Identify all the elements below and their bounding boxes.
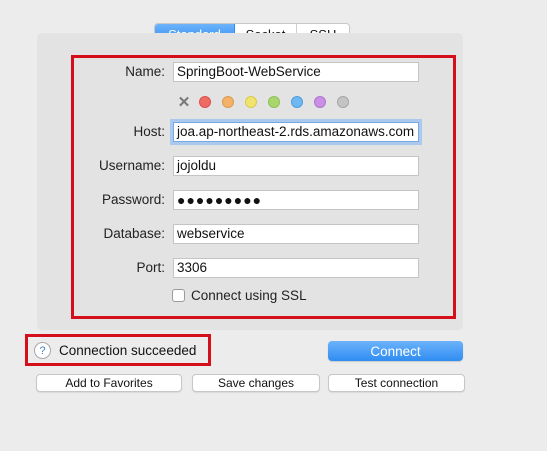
status-highlight-box [25,334,211,366]
connect-button[interactable]: Connect [328,341,463,361]
save-changes-button[interactable]: Save changes [192,374,320,392]
add-to-favorites-button[interactable]: Add to Favorites [36,374,182,392]
test-connection-button[interactable]: Test connection [328,374,465,392]
form-highlight-box [71,55,456,319]
